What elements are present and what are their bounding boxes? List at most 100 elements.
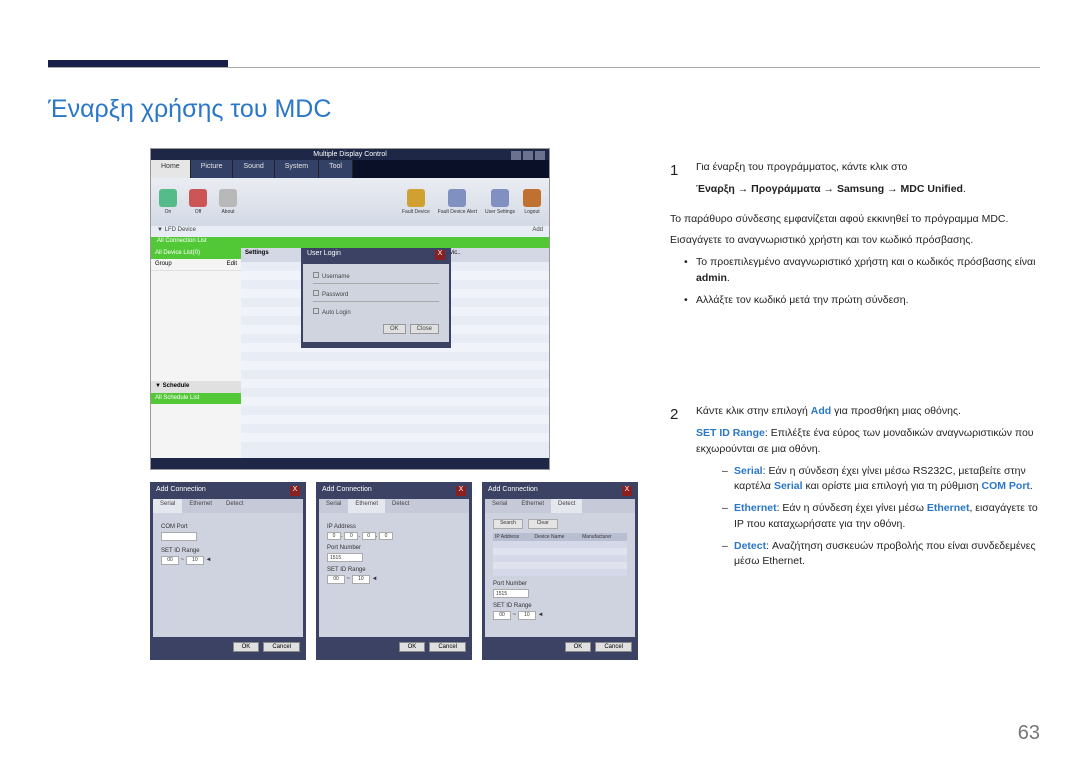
page-number: 63 [1018,722,1040,745]
all-device-list[interactable]: All Device List(0) [151,248,241,259]
tab-serial[interactable]: Serial [485,499,514,513]
spin-down-icon[interactable]: ◄ [206,557,212,563]
warning-icon [407,189,425,207]
login-ok-button[interactable]: OK [383,324,406,334]
com-port-label: COM Port [161,524,295,530]
tab-ethernet[interactable]: Ethernet [182,499,219,513]
user-login-dialog: User LoginX Username Password Auto Login… [301,248,451,348]
instructions: 1 Για έναρξη του προγράμματος, κάντε κλι… [670,160,1040,584]
tab-system[interactable]: System [275,160,319,178]
detect-table: IP AddressDevice NameManufacturer [493,533,627,576]
add-link[interactable]: Add [532,227,543,236]
power-on-icon [159,189,177,207]
tab-detect[interactable]: Detect [219,499,250,513]
port-number-input[interactable]: 1515 [327,553,363,562]
schedule-header[interactable]: ▼ Schedule [151,381,241,393]
password-label: Password [322,292,348,298]
user-icon [313,272,319,278]
port-number-label: Port Number [493,581,627,587]
about-button[interactable]: About [219,189,237,215]
maximize-icon[interactable] [523,151,533,160]
cancel-button[interactable]: Cancel [595,642,632,652]
port-number-input[interactable]: 1515 [493,589,529,598]
change-password-note: Αλλάξτε τον κωδικό μετά την πρώτη σύνδεσ… [684,293,1040,309]
minimize-icon[interactable] [511,151,521,160]
ip-octet-2[interactable]: 0 [344,532,358,540]
all-schedule-list[interactable]: All Schedule List [151,393,241,404]
search-button[interactable]: Search [493,519,523,529]
dialog-close-icon[interactable]: X [456,486,466,496]
door-icon [523,189,541,207]
power-on-button[interactable]: On [159,189,177,215]
info-icon [219,189,237,207]
ok-button[interactable]: OK [399,642,426,652]
tab-ethernet[interactable]: Ethernet [348,499,385,513]
window-buttons [511,151,545,160]
mdc-window: Multiple Display Control Home Picture So… [150,148,550,470]
default-credentials-note: Το προεπιλεγμένο αναγνωριστικό χρήστη κα… [684,255,1040,287]
ethernet-note: Ethernet: Εάν η σύνδεση έχει γίνει μέσω … [722,501,1040,533]
setid-to[interactable]: 10 [352,575,370,584]
logout-button[interactable]: Logout [523,189,541,215]
tab-ethernet[interactable]: Ethernet [514,499,551,513]
ok-button[interactable]: OK [233,642,260,652]
login-title: User Login [307,250,341,260]
login-close-icon[interactable]: X [435,250,445,260]
setid-from[interactable]: 00 [493,611,511,620]
ok-button[interactable]: OK [565,642,592,652]
fault-alert-button[interactable]: Fault Device Alert [438,189,477,215]
setid-from[interactable]: 00 [161,556,179,565]
auto-login-checkbox[interactable] [313,308,319,314]
connection-table-area: Settings Connection Type Port SET ID Ran… [241,248,549,458]
port-number-label: Port Number [327,545,461,551]
spin-down-icon[interactable]: ◄ [538,612,544,618]
ip-octet-3[interactable]: 0 [362,532,376,540]
tab-tool[interactable]: Tool [319,160,353,178]
spin-down-icon[interactable]: ◄ [372,576,378,582]
bell-icon [448,189,466,207]
setid-from[interactable]: 00 [327,575,345,584]
ip-address-label: IP Address [327,524,461,530]
tab-detect[interactable]: Detect [551,499,582,513]
ip-octet-1[interactable]: 0 [327,532,341,540]
serial-note: Serial: Εάν η σύνδεση έχει γίνει μέσω RS… [722,464,1040,496]
close-icon[interactable] [535,151,545,160]
tab-sound[interactable]: Sound [233,160,274,178]
tab-home[interactable]: Home [151,160,191,178]
tab-picture[interactable]: Picture [191,160,234,178]
power-off-button[interactable]: Off [189,189,207,215]
group-row[interactable]: GroupEdit [151,259,241,271]
lock-icon [313,290,319,296]
settings-header: Settings [241,248,301,262]
tab-bar: Home Picture Sound System Tool [151,160,549,178]
tab-serial[interactable]: Serial [153,499,182,513]
page-title: Έναρξη χρήσης του MDC [48,95,331,124]
step-number-1: 1 [670,160,684,204]
all-connection-header[interactable]: All Connection List [151,237,549,248]
setid-label: SET ID Range [327,567,461,573]
com-port-select[interactable] [161,532,197,541]
user-icon [491,189,509,207]
clear-button[interactable]: Clear [528,519,558,529]
setid-to[interactable]: 10 [186,556,204,565]
add-connection-detect: Add ConnectionX Serial Ethernet Detect S… [482,482,638,660]
dialog-close-icon[interactable]: X [290,486,300,496]
user-settings-button[interactable]: User Settings [485,189,515,215]
cancel-button[interactable]: Cancel [429,642,466,652]
lfd-header[interactable]: ▼ LFD Device [157,227,196,236]
setid-label: SET ID Range [493,603,627,609]
ip-octet-4[interactable]: 0 [379,532,393,540]
setid-label: SET ID Range [161,548,295,554]
tab-serial[interactable]: Serial [319,499,348,513]
add-connection-serial: Add ConnectionX Serial Ethernet Detect C… [150,482,306,660]
window-title: Multiple Display Control [151,149,549,160]
dialog-close-icon[interactable]: X [622,486,632,496]
cancel-button[interactable]: Cancel [263,642,300,652]
add-connection-ethernet: Add ConnectionX Serial Ethernet Detect I… [316,482,472,660]
setid-to[interactable]: 10 [518,611,536,620]
username-label: Username [322,274,350,280]
tab-detect[interactable]: Detect [385,499,416,513]
ribbon: On Off About Fault Device Fault Device A… [151,178,549,226]
fault-device-button[interactable]: Fault Device [402,189,430,215]
login-close-button[interactable]: Close [410,324,439,334]
